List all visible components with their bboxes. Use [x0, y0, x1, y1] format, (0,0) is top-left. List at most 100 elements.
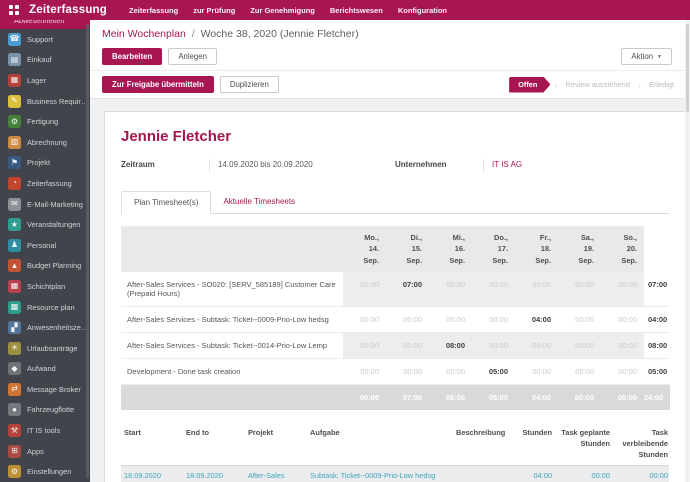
tab-bar: Plan Timesheet(s)Aktuelle Timesheets: [121, 190, 669, 214]
plan-day-cell[interactable]: 00:00: [472, 307, 515, 332]
sidebar-item-message-broker[interactable]: ⇄Message Broker: [0, 379, 90, 400]
plan-table-row[interactable]: After-Sales Services - Subtask: Ticket--…: [121, 333, 669, 359]
sidebar-item-label: Veranstaltungen: [27, 220, 80, 229]
sidebar-item-e-mail-marketing[interactable]: ✉E-Mail-Marketing: [0, 194, 90, 215]
tab-plan-timesheet-s-[interactable]: Plan Timesheet(s): [121, 191, 211, 214]
sidebar-item-business-requireme-[interactable]: ✎Business Requireme...: [0, 91, 90, 112]
plan-day-cell[interactable]: 04:00: [515, 307, 558, 332]
sidebar-item-urlaubsantr-ge[interactable]: ☀Urlaubsanträge: [0, 338, 90, 359]
plan-day-cell[interactable]: 00:00: [472, 272, 515, 306]
action-menu-button[interactable]: Aktion▼: [621, 48, 672, 65]
timesheet-row[interactable]: 18.09.2020 11:52:3618.09.2020 15:52:36Af…: [121, 466, 669, 482]
plan-day-cell[interactable]: 00:00: [429, 307, 472, 332]
top-menu-item-zeiterfassung[interactable]: Zeiterfassung: [129, 6, 178, 15]
window-scrollbar[interactable]: [685, 20, 690, 482]
plan-day-cell[interactable]: 00:00: [472, 333, 515, 358]
top-menu-item-zur-pr-fung[interactable]: zur Prüfung: [193, 6, 235, 15]
record-title: Jennie Fletcher: [121, 128, 669, 145]
sidebar-item-label: Fertigung: [27, 117, 58, 126]
plan-row-label: Development - Done task creation: [121, 359, 343, 384]
plan-row-label: After-Sales Services - Subtask: Ticket--…: [121, 333, 343, 358]
sidebar-item-schichtplan[interactable]: ▦Schichtplan: [0, 276, 90, 297]
message-broker-icon: ⇄: [8, 383, 21, 396]
submit-for-approval-button[interactable]: Zur Freigabe übermitteln: [102, 76, 214, 93]
plan-totals-cell: 08:00: [429, 385, 472, 410]
timesheet-cell: After-Sales Services: [245, 466, 307, 482]
sidebar-item-support[interactable]: ☎Support: [0, 29, 90, 50]
email-marketing-icon: ✉: [8, 198, 21, 211]
plan-table-row[interactable]: After-Sales Services - Subtask: Ticket--…: [121, 307, 669, 333]
plan-day-cell[interactable]: 00:00: [343, 272, 386, 306]
plan-day-cell[interactable]: 00:00: [386, 359, 429, 384]
plan-day-header: Do., 17. Sep.: [472, 226, 515, 272]
plan-day-cell[interactable]: 00:00: [558, 333, 601, 358]
breadcrumb-link[interactable]: Mein Wochenplan: [102, 28, 186, 40]
plan-day-cell[interactable]: 07:00: [386, 272, 429, 306]
plan-day-cell[interactable]: 00:00: [343, 307, 386, 332]
plan-day-cell[interactable]: 00:00: [601, 333, 644, 358]
plan-day-cell[interactable]: 00:00: [515, 333, 558, 358]
sidebar-scrollbar[interactable]: [86, 24, 89, 478]
sidebar-item-it-is-tools[interactable]: ⚒IT IS tools: [0, 420, 90, 441]
itis-tools-icon: ⚒: [8, 424, 21, 437]
sidebar-item-lager[interactable]: ▦Lager: [0, 70, 90, 91]
sidebar-item-einkauf[interactable]: ▤Einkauf: [0, 50, 90, 71]
events-icon: ★: [8, 218, 21, 231]
plan-day-header: Fr., 18. Sep.: [515, 226, 558, 272]
accounting-icon: ▥: [8, 136, 21, 149]
plan-day-cell[interactable]: 08:00: [429, 333, 472, 358]
sidebar-item-fertigung[interactable]: ⚙Fertigung: [0, 111, 90, 132]
company-link[interactable]: IT IS AG: [483, 159, 612, 172]
breadcrumb: Mein Wochenplan / Woche 38, 2020 (Jennie…: [90, 20, 690, 42]
sidebar-item-einstellungen[interactable]: ⚙Einstellungen: [0, 461, 90, 482]
plan-day-cell[interactable]: 00:00: [601, 359, 644, 384]
app-title[interactable]: Zeiterfassung: [29, 4, 107, 16]
sidebar-item-label: Resource plan: [27, 303, 75, 312]
sidebar-item-anwesenheitszeiten[interactable]: ▞Anwesenheitszeiten: [0, 317, 90, 338]
duplicate-button[interactable]: Duplizieren: [220, 76, 279, 93]
plan-day-cell[interactable]: 00:00: [429, 359, 472, 384]
timesheet-cell: [453, 466, 509, 482]
plan-day-cell[interactable]: 00:00: [558, 307, 601, 332]
plan-day-cell[interactable]: 00:00: [515, 272, 558, 306]
sidebar-item-projekt[interactable]: ⚑Projekt: [0, 153, 90, 174]
edit-button[interactable]: Bearbeiten: [102, 48, 162, 65]
sidebar-item-veranstaltungen[interactable]: ★ Veranstaltungen: [0, 214, 90, 235]
sidebar-item-budget-planning[interactable]: ▲Budget Planning: [0, 256, 90, 277]
sidebar-item-partial-top[interactable]: Abwesenheiten: [0, 20, 90, 29]
sidebar-item-resource-plan[interactable]: ▩Resource plan: [0, 297, 90, 318]
top-menu: Zeiterfassung zur Prüfung Zur Genehmigung B…: [129, 6, 447, 15]
sidebar-item-aufwand[interactable]: ◆Aufwand: [0, 359, 90, 380]
top-menu-item-berichtswesen[interactable]: Berichtswesen: [330, 6, 383, 15]
plan-day-cell[interactable]: 00:00: [386, 307, 429, 332]
plan-day-cell[interactable]: 00:00: [601, 307, 644, 332]
plan-day-cell[interactable]: 00:00: [558, 272, 601, 306]
plan-day-cell[interactable]: 00:00: [343, 333, 386, 358]
plan-day-cell[interactable]: 00:00: [601, 272, 644, 306]
sidebar-item-personal[interactable]: ♟Personal: [0, 235, 90, 256]
stage-review-ausstehend[interactable]: Review ausstehend: [561, 80, 634, 89]
plan-day-cell[interactable]: 00:00: [343, 359, 386, 384]
project-icon: ⚑: [8, 156, 21, 169]
plan-day-cell[interactable]: 00:00: [429, 272, 472, 306]
plan-day-cell[interactable]: 00:00: [386, 333, 429, 358]
top-menu-item-konfiguration[interactable]: Konfiguration: [398, 6, 447, 15]
apps-grid-icon[interactable]: [9, 5, 19, 15]
plan-day-cell[interactable]: 05:00: [472, 359, 515, 384]
purchase-icon: ▤: [8, 53, 21, 66]
top-menu-item-zur-genehmigung[interactable]: Zur Genehmigung: [250, 6, 315, 15]
plan-day-cell[interactable]: 00:00: [515, 359, 558, 384]
tab-aktuelle-timesheets[interactable]: Aktuelle Timesheets: [211, 191, 307, 214]
sidebar-item-abrechnung[interactable]: ▥Abrechnung: [0, 132, 90, 153]
sidebar-item-zeiterfassung[interactable]: ◔Zeiterfassung: [0, 173, 90, 194]
plan-totals-cell: 00:00: [558, 385, 601, 410]
sidebar-item-apps[interactable]: ⊞Apps: [0, 441, 90, 462]
stage-offen[interactable]: Offen: [509, 77, 550, 93]
plan-table-row[interactable]: After-Sales Services - SO020: [SERV_5851…: [121, 272, 669, 307]
plan-day-cell[interactable]: 00:00: [558, 359, 601, 384]
sidebar-item-fahrzeugflotte[interactable]: ●Fahrzeugflotte: [0, 400, 90, 421]
plan-table-row[interactable]: Development - Done task creation00:0000:…: [121, 359, 669, 385]
create-button[interactable]: Anlegen: [168, 48, 217, 65]
scrollbar-thumb[interactable]: [686, 24, 689, 112]
stage-erledigt[interactable]: Erledigt: [645, 80, 678, 89]
